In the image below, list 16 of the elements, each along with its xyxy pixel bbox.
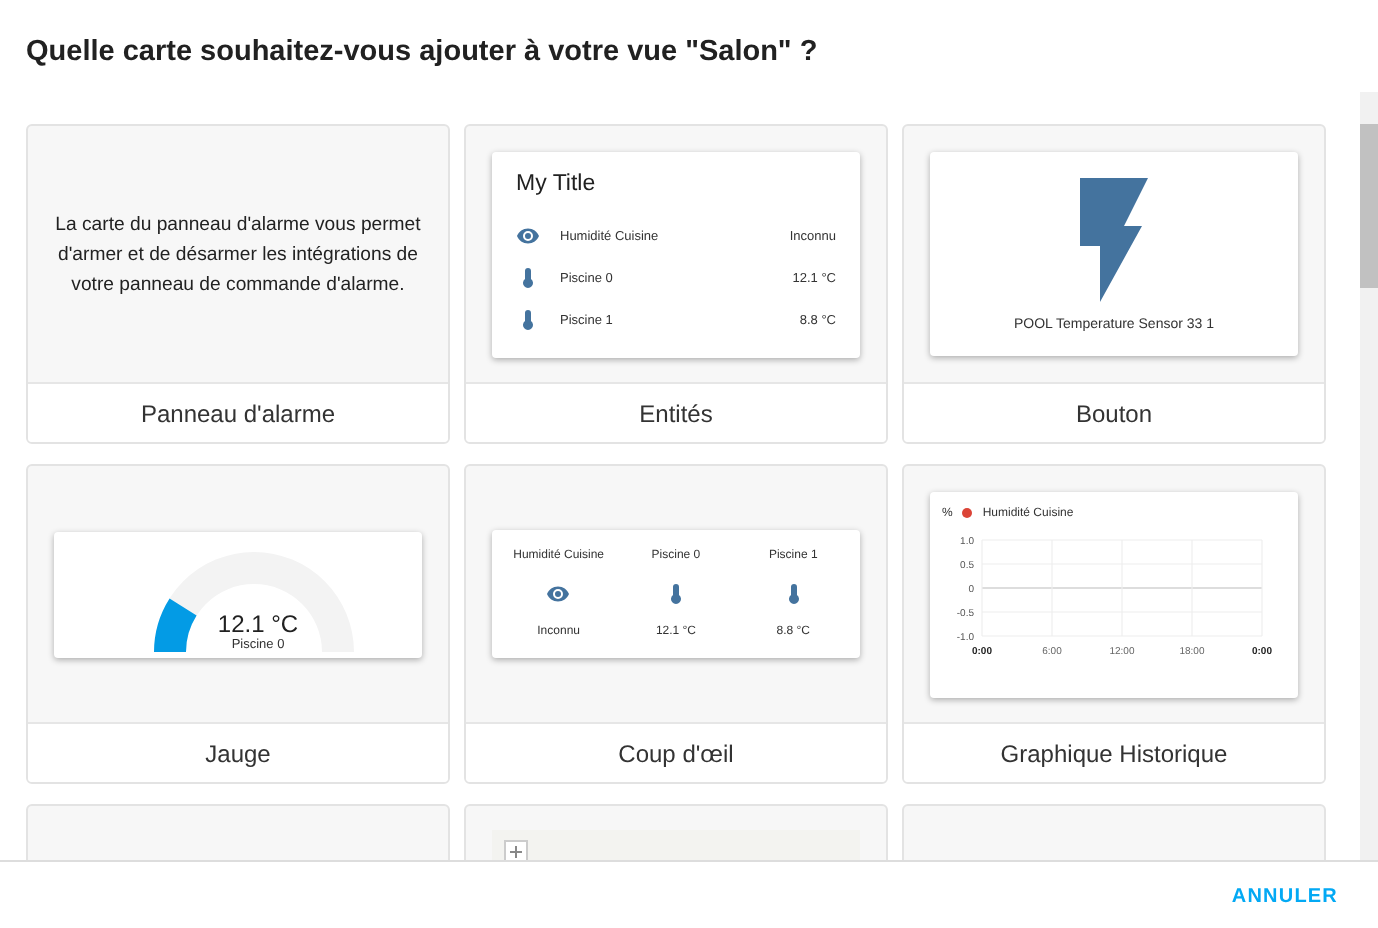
- card-name: Bouton: [1075, 399, 1153, 427]
- card-name: Panneau d'alarme: [140, 399, 336, 427]
- card-description: La carte du panneau d'alarme vous permet d'armer et de désarmer les intégrations de votre panneau de commande d'alarme.: [53, 211, 423, 299]
- preview-title: My Title: [516, 171, 598, 195]
- card-name: Entités: [639, 399, 713, 427]
- gauge-reading: 12.1 °C: [217, 609, 299, 637]
- scrollbar[interactable]: [1360, 92, 1378, 860]
- lightning-icon: [1080, 177, 1148, 301]
- card-option[interactable]: La carte du panneau d'alarme vous permet d'armer et de désarmer les intégrations de votre panneau de commande d'alarme. Panneau d'alarme: [26, 124, 450, 444]
- zoom-in-button[interactable]: [504, 840, 528, 860]
- dialog-title: Quelle carte souhaitez-vous ajouter à votre vue "Salon" ?: [26, 36, 818, 68]
- eye-icon: [546, 582, 571, 606]
- eye-icon: [516, 224, 540, 248]
- card-name: Coup d'œil: [618, 739, 734, 767]
- card-name: Graphique Historique: [1000, 739, 1228, 767]
- card-name: Jauge: [205, 739, 271, 767]
